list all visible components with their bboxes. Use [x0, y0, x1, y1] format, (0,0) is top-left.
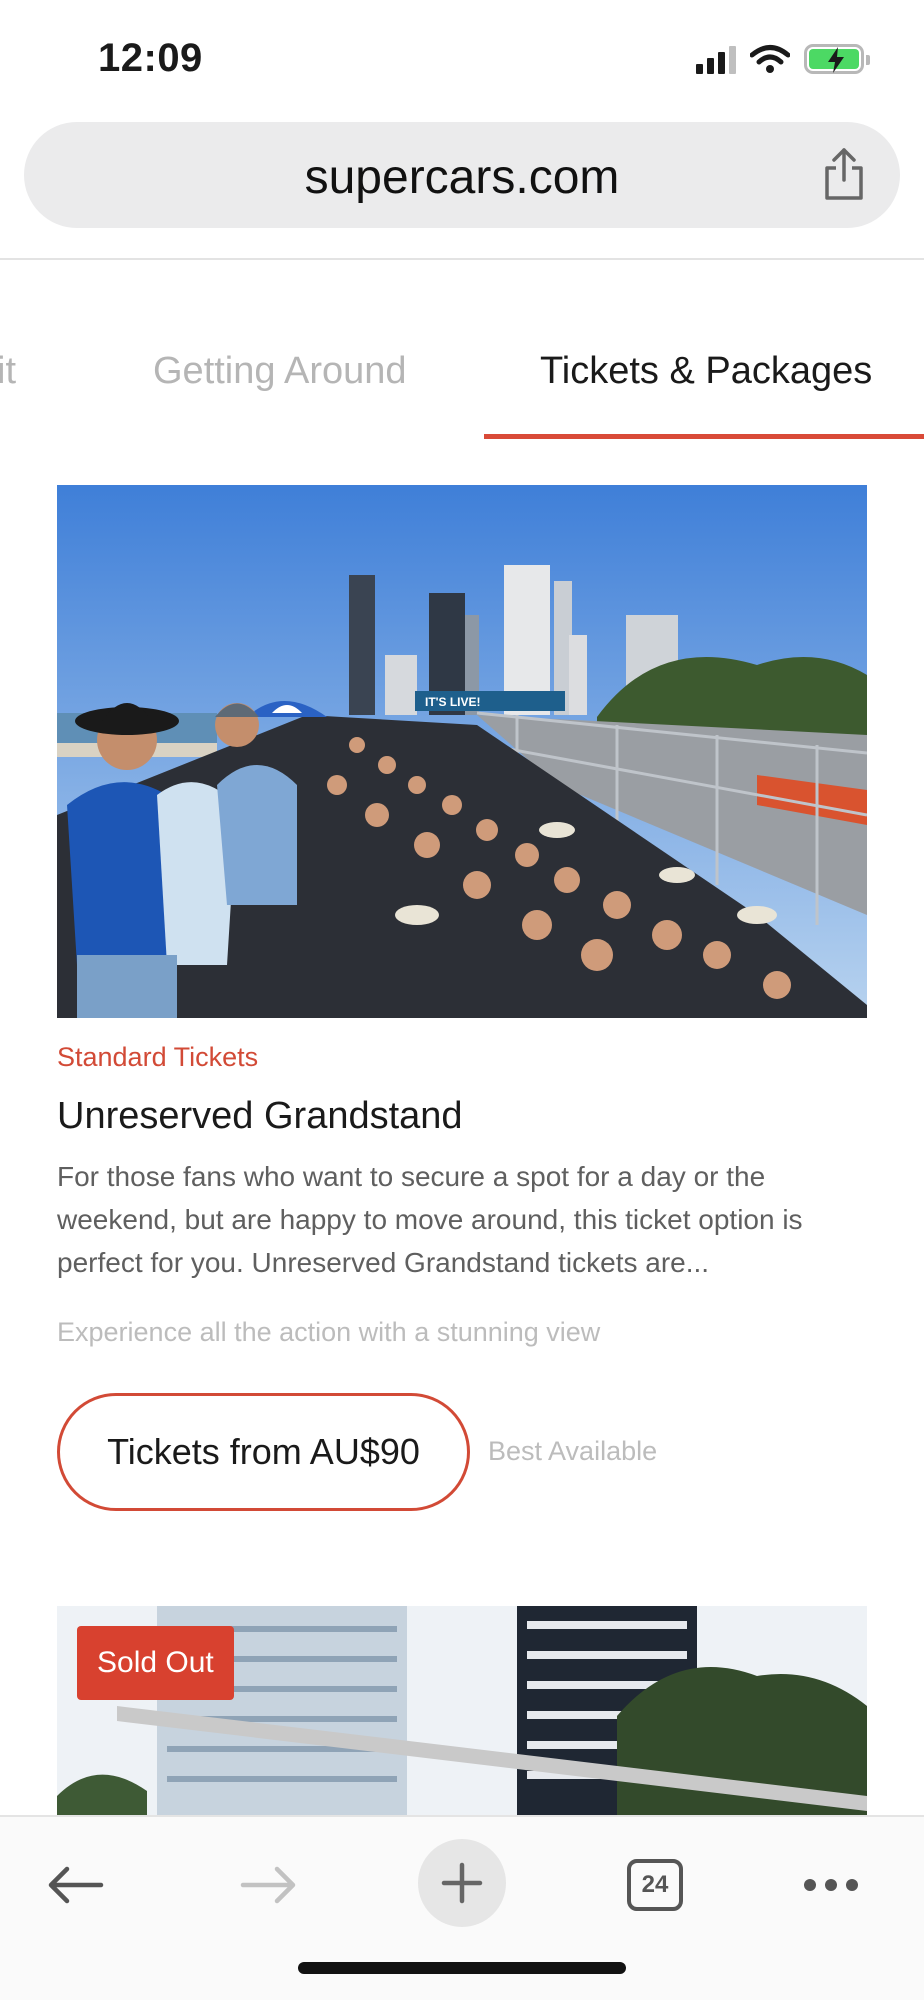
new-tab-button[interactable] — [418, 1839, 506, 1927]
card-subtitle: Experience all the action with a stunnin… — [57, 1317, 601, 1347]
tabs-button[interactable]: 24 — [610, 1843, 700, 1927]
tab-getting-around[interactable]: Getting Around — [153, 350, 407, 393]
tab-visit[interactable]: sit — [0, 350, 16, 393]
arrow-left-icon — [48, 1866, 104, 1904]
wifi-icon — [750, 45, 790, 73]
cellular-signal-icon — [696, 44, 736, 74]
arrow-right-icon — [240, 1866, 296, 1904]
url-divider — [0, 258, 924, 260]
ellipsis-icon — [804, 1879, 858, 1891]
status-icons — [696, 44, 870, 74]
more-button[interactable] — [786, 1843, 876, 1927]
plus-icon — [441, 1862, 483, 1904]
tab-tickets-packages[interactable]: Tickets & Packages — [540, 350, 872, 393]
ticket-category: Standard Tickets — [57, 1042, 259, 1072]
url-text[interactable]: supercars.com — [24, 150, 900, 205]
active-tab-indicator — [484, 434, 924, 439]
sold-out-badge: Sold Out — [77, 1626, 234, 1700]
back-button[interactable] — [30, 1843, 120, 1927]
share-icon[interactable] — [822, 146, 866, 202]
tickets-from-button[interactable]: Tickets from AU$90 — [57, 1393, 470, 1511]
grandstand-photo: IT'S LIVE! — [57, 485, 867, 1018]
home-indicator — [298, 1962, 626, 1974]
status-bar: 12:09 — [0, 0, 924, 120]
availability-label: Best Available — [488, 1436, 658, 1466]
card-description: For those fans who want to secure a spot… — [57, 1161, 803, 1278]
battery-icon — [804, 44, 870, 74]
address-bar[interactable]: supercars.com — [24, 122, 900, 228]
tabs-icon: 24 — [627, 1859, 683, 1911]
section-tabs: sit Getting Around Tickets & Packages — [0, 330, 924, 440]
banner-text: IT'S LIVE! — [425, 695, 481, 709]
card-title[interactable]: Unreserved Grandstand — [57, 1095, 463, 1138]
status-time: 12:09 — [98, 36, 203, 80]
forward-button[interactable] — [224, 1843, 314, 1927]
